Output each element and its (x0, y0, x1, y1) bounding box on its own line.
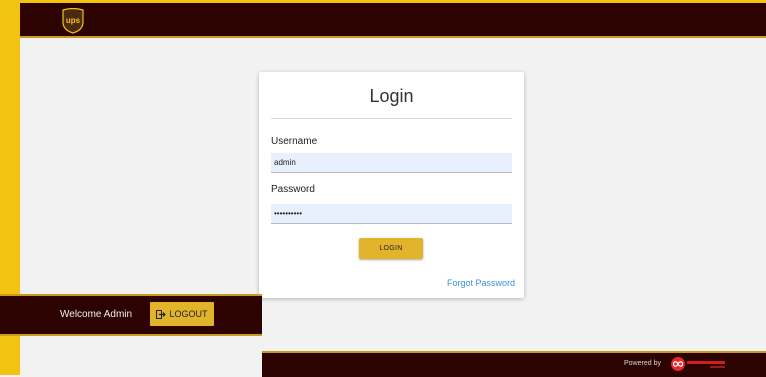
user-panel: Welcome Admin LOGOUT (0, 294, 262, 336)
password-input[interactable] (271, 204, 512, 224)
password-label: Password (271, 184, 315, 195)
ups-logo-text: ups (66, 16, 81, 25)
powered-by-text: Powered by (624, 360, 661, 367)
logout-button[interactable]: LOGOUT (150, 302, 214, 326)
card-divider (271, 118, 512, 119)
ups-logo-icon[interactable]: ups (62, 8, 84, 34)
infinity-brand-logo-icon (671, 357, 725, 371)
welcome-text: Welcome Admin (60, 309, 133, 320)
logout-icon (156, 309, 167, 319)
login-button[interactable]: LOGIN (359, 238, 423, 259)
forgot-password-link[interactable]: Forgot Password (447, 278, 515, 288)
login-card: Login Username Password LOGIN Forgot Pas… (259, 72, 524, 298)
username-label: Username (271, 136, 318, 147)
logout-label: LOGOUT (169, 309, 208, 319)
footer-bar: Powered by (262, 351, 766, 377)
top-navbar: ups (20, 3, 766, 38)
username-input[interactable] (271, 153, 512, 173)
login-title: Login (369, 86, 414, 106)
